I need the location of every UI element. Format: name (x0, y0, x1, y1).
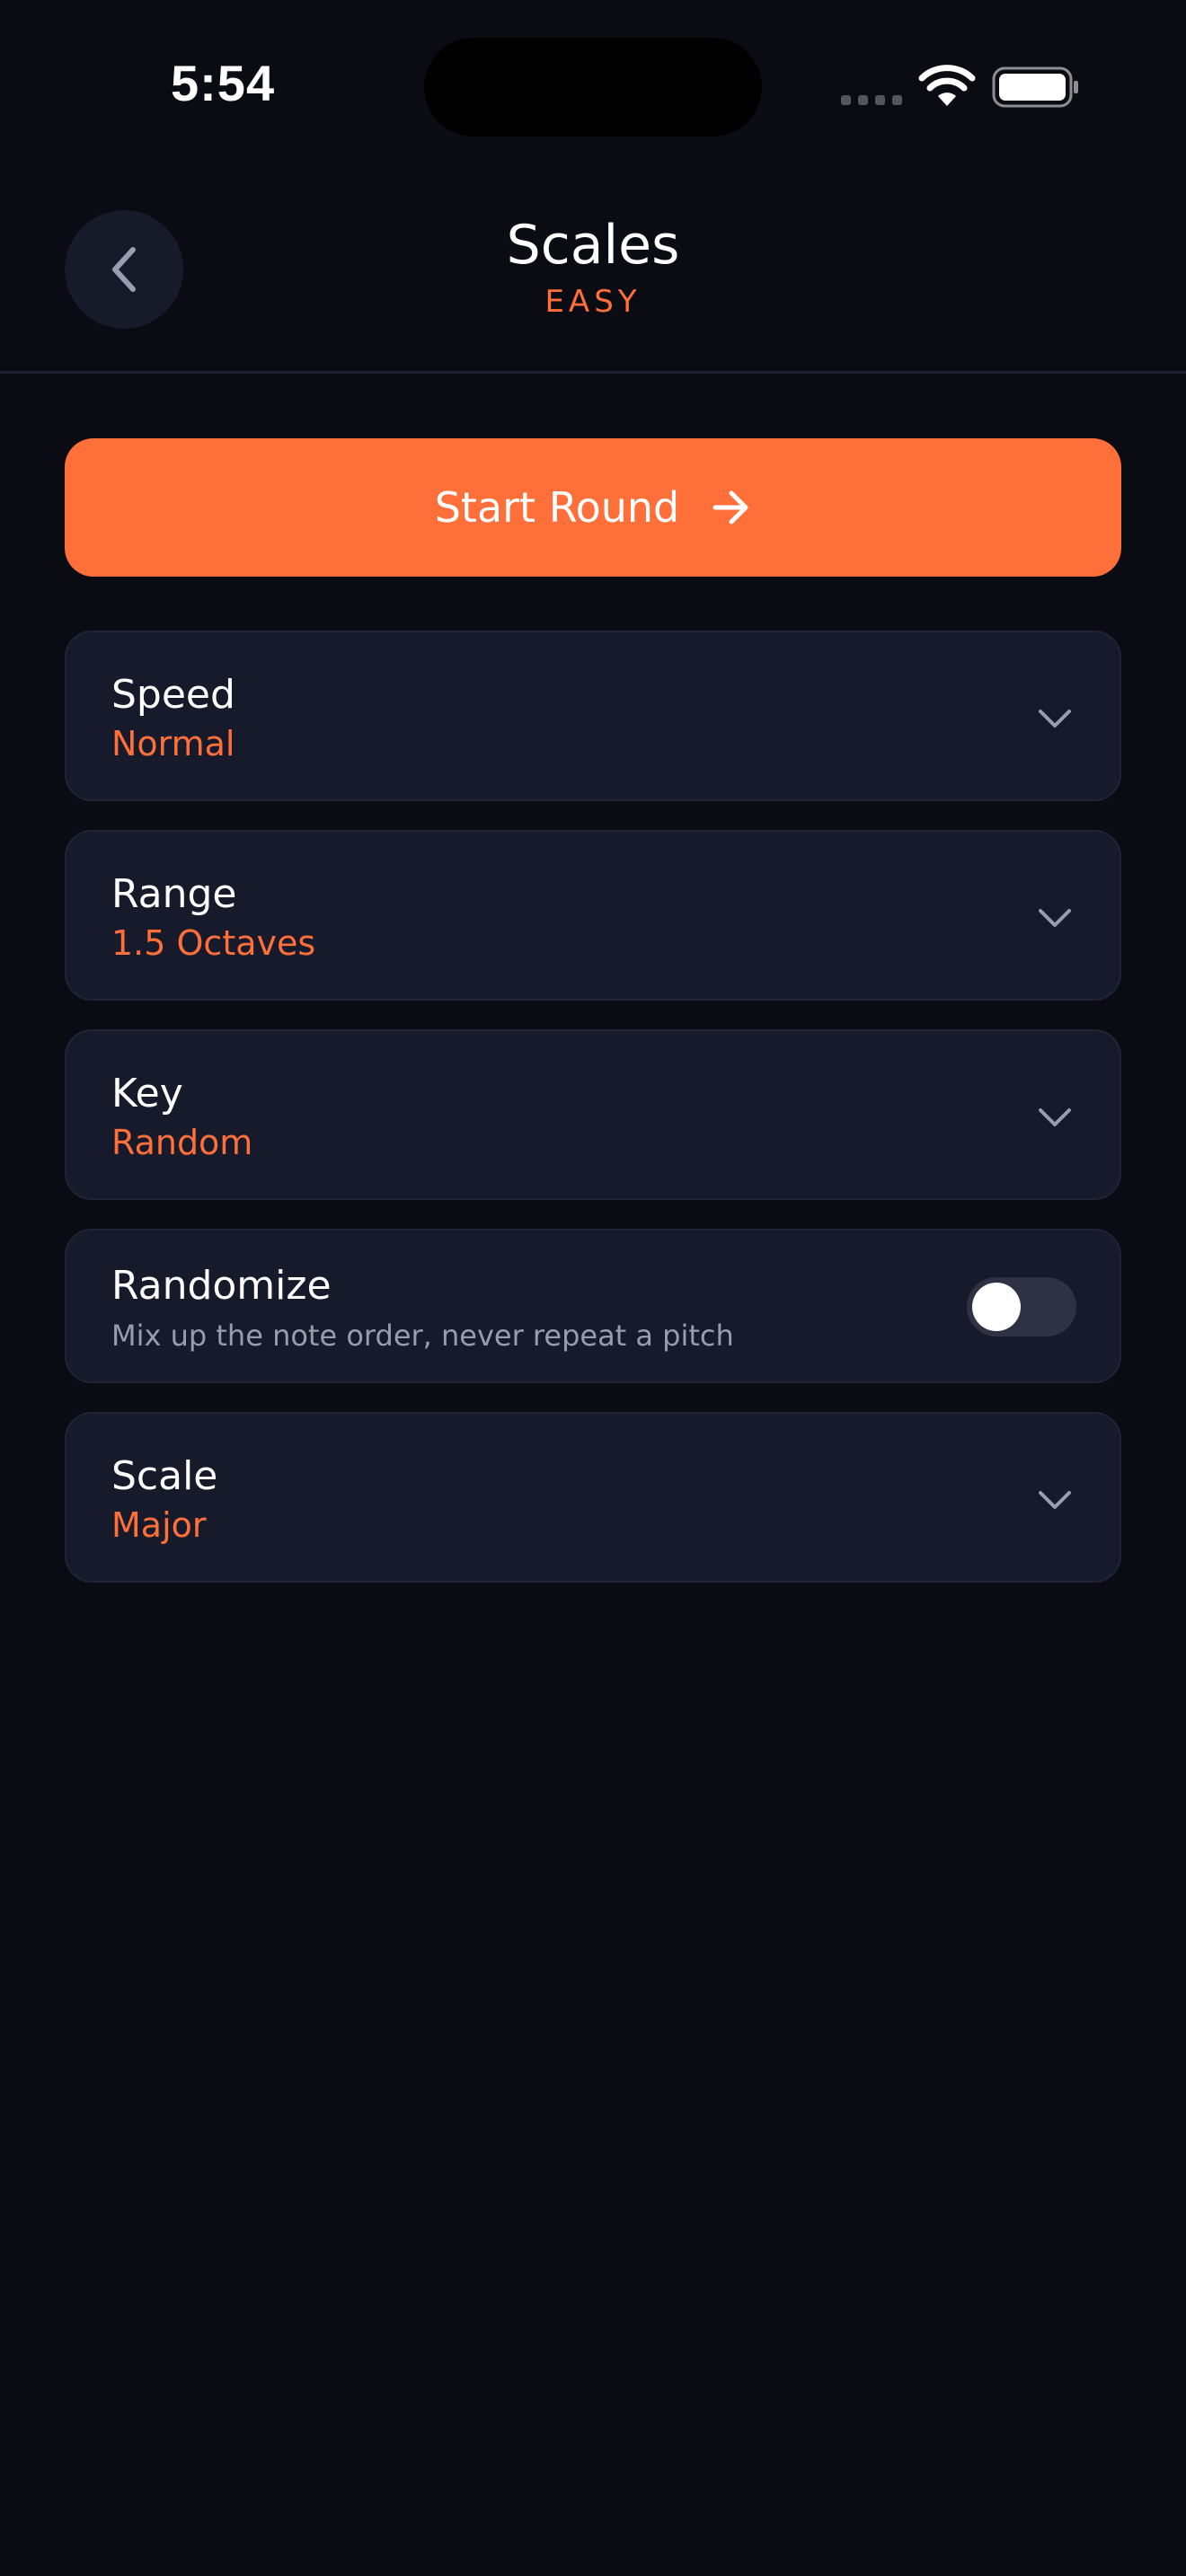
range-value: 1.5 Octaves (111, 923, 316, 963)
page-title: Scales (506, 214, 680, 277)
toggle-knob (972, 1283, 1021, 1331)
speed-value: Normal (111, 724, 235, 763)
randomize-toggle[interactable] (967, 1277, 1076, 1337)
randomize-description: Mix up the note order, never repeat a pi… (111, 1319, 734, 1353)
screen: 5:54 Scales EASY Start Round Speed Norma… (0, 0, 1186, 2576)
key-select[interactable]: Key Random (65, 1029, 1121, 1200)
randomize-setting: Randomize Mix up the note order, never r… (65, 1229, 1121, 1383)
chevron-down-icon (1039, 1491, 1071, 1509)
chevron-down-icon (1039, 1108, 1071, 1126)
range-label: Range (111, 871, 237, 917)
speed-select[interactable]: Speed Normal (65, 631, 1121, 801)
range-select[interactable]: Range 1.5 Octaves (65, 830, 1121, 1001)
dynamic-island (424, 38, 762, 137)
scale-value: Major (111, 1505, 207, 1545)
randomize-label: Randomize (111, 1263, 332, 1309)
scale-label: Scale (111, 1453, 218, 1499)
header-divider (0, 371, 1186, 374)
scale-select[interactable]: Scale Major (65, 1412, 1121, 1583)
speed-label: Speed (111, 672, 235, 718)
start-round-button[interactable]: Start Round (65, 438, 1121, 577)
start-round-label: Start Round (434, 483, 680, 532)
cellular-signal-icon (841, 95, 902, 105)
status-time: 5:54 (171, 55, 276, 111)
key-label: Key (111, 1071, 183, 1116)
arrow-right-icon (712, 490, 748, 525)
key-value: Random (111, 1123, 253, 1162)
chevron-down-icon (1039, 710, 1071, 728)
chevron-down-icon (1039, 909, 1071, 927)
difficulty-label: EASY (544, 284, 642, 320)
wifi-icon (918, 65, 976, 106)
battery-icon (992, 66, 1078, 108)
